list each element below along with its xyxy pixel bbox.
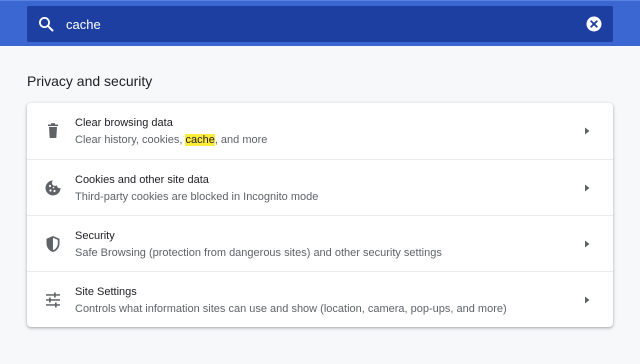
search-input[interactable]	[66, 14, 566, 34]
row-site-settings[interactable]: Site Settings Controls what information …	[27, 271, 613, 327]
row-clear-browsing-data[interactable]: Clear browsing data Clear history, cooki…	[27, 103, 613, 159]
cookie-icon	[45, 180, 61, 196]
row-title: Site Settings	[75, 286, 137, 298]
shield-icon	[46, 236, 60, 252]
chevron-right-icon	[585, 240, 590, 248]
row-security[interactable]: Security Safe Browsing (protection from …	[27, 215, 613, 271]
row-title: Cookies and other site data	[75, 174, 209, 186]
settings-card: Clear browsing data Clear history, cooki…	[27, 103, 613, 327]
search-highlight: cache	[185, 134, 215, 146]
tune-icon	[46, 292, 60, 308]
search-icon	[39, 17, 54, 32]
section-title: Privacy and security	[27, 73, 153, 89]
settings-search-box[interactable]	[27, 6, 613, 42]
row-title: Security	[75, 230, 115, 242]
chevron-right-icon	[585, 296, 590, 304]
row-cookies[interactable]: Cookies and other site data Third-party …	[27, 159, 613, 215]
row-subtitle: Safe Browsing (protection from dangerous…	[75, 247, 442, 259]
row-title: Clear browsing data	[75, 117, 173, 129]
row-subtitle: Third-party cookies are blocked in Incog…	[75, 191, 319, 203]
search-header	[0, 0, 640, 46]
chevron-right-icon	[585, 184, 590, 192]
row-subtitle: Clear history, cookies, cache, and more	[75, 134, 268, 146]
chevron-right-icon	[585, 127, 590, 135]
row-subtitle: Controls what information sites can use …	[75, 303, 507, 315]
trash-icon	[48, 123, 58, 138]
clear-search-icon[interactable]	[586, 16, 602, 32]
